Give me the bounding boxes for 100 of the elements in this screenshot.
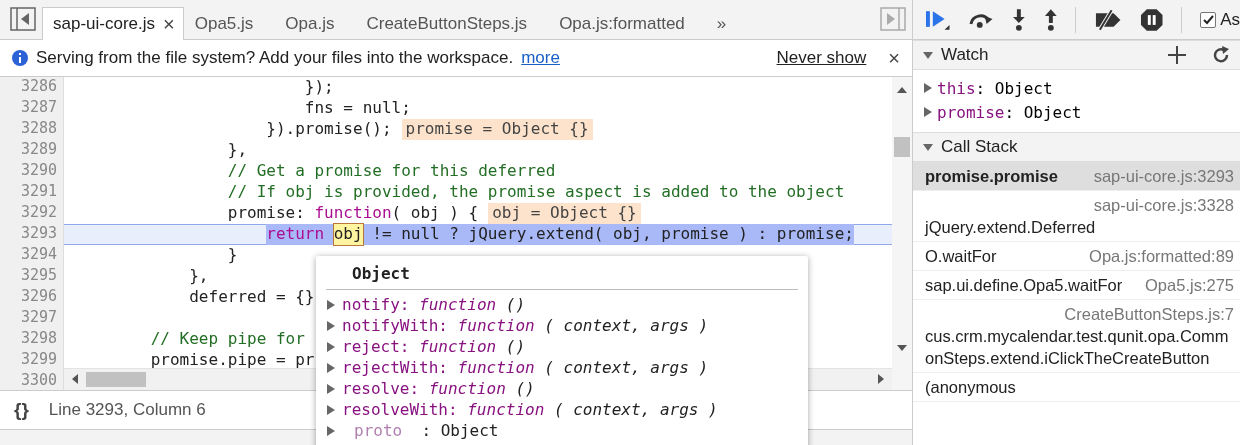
file-tab[interactable]: Opa.js bbox=[274, 7, 356, 40]
add-icon[interactable] bbox=[1168, 46, 1186, 64]
expand-arrow-icon[interactable] bbox=[326, 320, 336, 331]
property-name: resolve: bbox=[342, 379, 420, 398]
expand-arrow-icon[interactable] bbox=[326, 383, 336, 394]
property-name: resolveWith: bbox=[342, 400, 458, 419]
check-icon bbox=[1202, 14, 1214, 25]
refresh-icon[interactable] bbox=[1212, 46, 1230, 64]
property-name: reject: bbox=[342, 337, 410, 356]
file-tab[interactable]: Opa.js:formatted bbox=[548, 7, 706, 40]
info-message: Serving from the file system? Add your files into the workspace. bbox=[36, 48, 514, 68]
code-text: ( obj ) { bbox=[391, 203, 479, 224]
watch-value: : Object bbox=[1004, 102, 1082, 122]
step-into-icon[interactable] bbox=[1011, 8, 1026, 31]
close-icon[interactable]: × bbox=[163, 12, 175, 36]
property-type: function bbox=[419, 337, 497, 356]
expand-arrow-icon[interactable] bbox=[326, 341, 336, 352]
scroll-right-icon[interactable] bbox=[878, 374, 884, 384]
property-signature: () bbox=[505, 295, 526, 314]
code-keyword: function bbox=[314, 203, 392, 224]
expand-arrow-icon[interactable] bbox=[923, 83, 933, 93]
property-signature: () bbox=[505, 337, 526, 356]
scroll-left-icon[interactable] bbox=[72, 374, 78, 384]
code-text: obj bbox=[333, 224, 363, 245]
cursor-position: Line 3293, Column 6 bbox=[48, 400, 206, 420]
watch-value: : Object bbox=[975, 78, 1053, 98]
property-signature: () bbox=[515, 379, 535, 398]
more-tabs-button[interactable]: » bbox=[705, 7, 748, 40]
frame-location: sap-ui-core.js:3293 bbox=[1093, 166, 1234, 187]
code-text: } bbox=[227, 245, 238, 266]
expand-arrow-icon[interactable] bbox=[326, 299, 336, 310]
line-number: 3286 bbox=[19, 77, 58, 97]
deactivate-breakpoints-icon[interactable] bbox=[1094, 8, 1122, 31]
popover-title: Object bbox=[326, 262, 798, 290]
vertical-scrollbar[interactable] bbox=[892, 77, 912, 390]
resume-icon[interactable] bbox=[925, 8, 951, 31]
frame-name: promise.promise bbox=[925, 166, 1058, 187]
sidebar-toggle-icon[interactable] bbox=[880, 7, 906, 31]
code-text: }, bbox=[189, 266, 209, 287]
property-value: : Object bbox=[421, 421, 499, 440]
async-checkbox[interactable]: As bbox=[1200, 9, 1240, 30]
frame-name: O.waitFor bbox=[925, 246, 997, 267]
property-type: function bbox=[467, 400, 545, 419]
inline-value: promise = Object {} bbox=[401, 119, 593, 140]
more-link[interactable]: more bbox=[521, 48, 560, 68]
pause-icon[interactable] bbox=[1139, 7, 1164, 32]
line-number: 3288 bbox=[19, 119, 58, 139]
code-text: fns = null; bbox=[304, 98, 411, 119]
scrollbar-thumb[interactable] bbox=[86, 372, 146, 387]
expand-arrow-icon[interactable] bbox=[923, 50, 933, 60]
line-number: 3290 bbox=[19, 161, 58, 181]
code-text: promise: bbox=[227, 203, 306, 224]
property-type: function bbox=[419, 295, 497, 314]
scrollbar-thumb[interactable] bbox=[894, 137, 910, 157]
step-out-icon[interactable] bbox=[1043, 8, 1058, 31]
code-comment: // Get a promise for this deferred bbox=[227, 161, 556, 182]
scroll-down-icon[interactable] bbox=[897, 345, 907, 351]
line-number: 3292 bbox=[19, 203, 58, 223]
line-number: 3300 bbox=[19, 371, 58, 390]
file-tab[interactable]: Opa5.js bbox=[183, 7, 275, 40]
frame-location: sap-ui-core.js:3328 bbox=[1093, 195, 1234, 216]
line-number: 3296 bbox=[19, 287, 58, 307]
expand-arrow-icon[interactable] bbox=[326, 404, 336, 415]
expand-arrow-icon[interactable] bbox=[923, 142, 933, 152]
info-icon bbox=[12, 50, 28, 66]
code-comment: // Keep pipe for bbox=[150, 329, 305, 350]
expand-arrow-icon[interactable] bbox=[326, 425, 336, 436]
watch-expression: this bbox=[937, 78, 976, 98]
code-keyword: return bbox=[266, 224, 325, 245]
never-show-link[interactable]: Never show bbox=[776, 48, 867, 68]
frame-location: Opa.js:formatted:89 bbox=[1089, 246, 1234, 267]
watch-header[interactable]: Watch bbox=[913, 40, 1240, 70]
pretty-print-button[interactable]: {} bbox=[14, 399, 29, 421]
property-name: rejectWith: bbox=[342, 358, 448, 377]
frame-location: CreateButtonSteps.js:7 bbox=[1064, 304, 1234, 325]
file-tab[interactable]: sap-ui-core.js × bbox=[42, 7, 184, 40]
line-number: 3291 bbox=[19, 182, 58, 202]
expand-arrow-icon[interactable] bbox=[326, 362, 336, 373]
close-icon[interactable]: × bbox=[888, 46, 900, 70]
code-text: }); bbox=[304, 77, 334, 98]
property-name: proto bbox=[354, 421, 403, 440]
frame-location: Opa5.js:275 bbox=[1145, 275, 1234, 296]
scroll-up-icon[interactable] bbox=[897, 87, 907, 93]
line-number: 3293 bbox=[19, 224, 58, 244]
call-stack-header[interactable]: Call Stack bbox=[913, 132, 1240, 162]
sidebar-toggle-icon[interactable] bbox=[10, 7, 36, 31]
frame-name: jQuery.extend.Deferred bbox=[925, 217, 1096, 238]
frame-name: sap.ui.define.Opa5.waitFor bbox=[925, 275, 1123, 296]
frame-name: cus.crm.mycalendar.test.qunit.opa.CommonSteps.extend.iClickTheCreateButton bbox=[925, 326, 1230, 369]
file-tab[interactable]: CreateButtonSteps.js bbox=[355, 7, 549, 40]
property-type: function bbox=[428, 379, 506, 398]
call-frame[interactable]: promise.promise sap-ui-core.js:3293 bbox=[913, 162, 1240, 191]
property-signature: ( context, args ) bbox=[553, 400, 718, 419]
line-number: 3287 bbox=[19, 98, 58, 118]
line-number: 3289 bbox=[19, 140, 58, 160]
property-name: notifyWith: bbox=[342, 316, 448, 335]
code-text: }, bbox=[227, 140, 248, 161]
frame-name: (anonymous bbox=[925, 377, 1016, 398]
property-name: notify: bbox=[342, 295, 410, 314]
expand-arrow-icon[interactable] bbox=[923, 107, 933, 117]
